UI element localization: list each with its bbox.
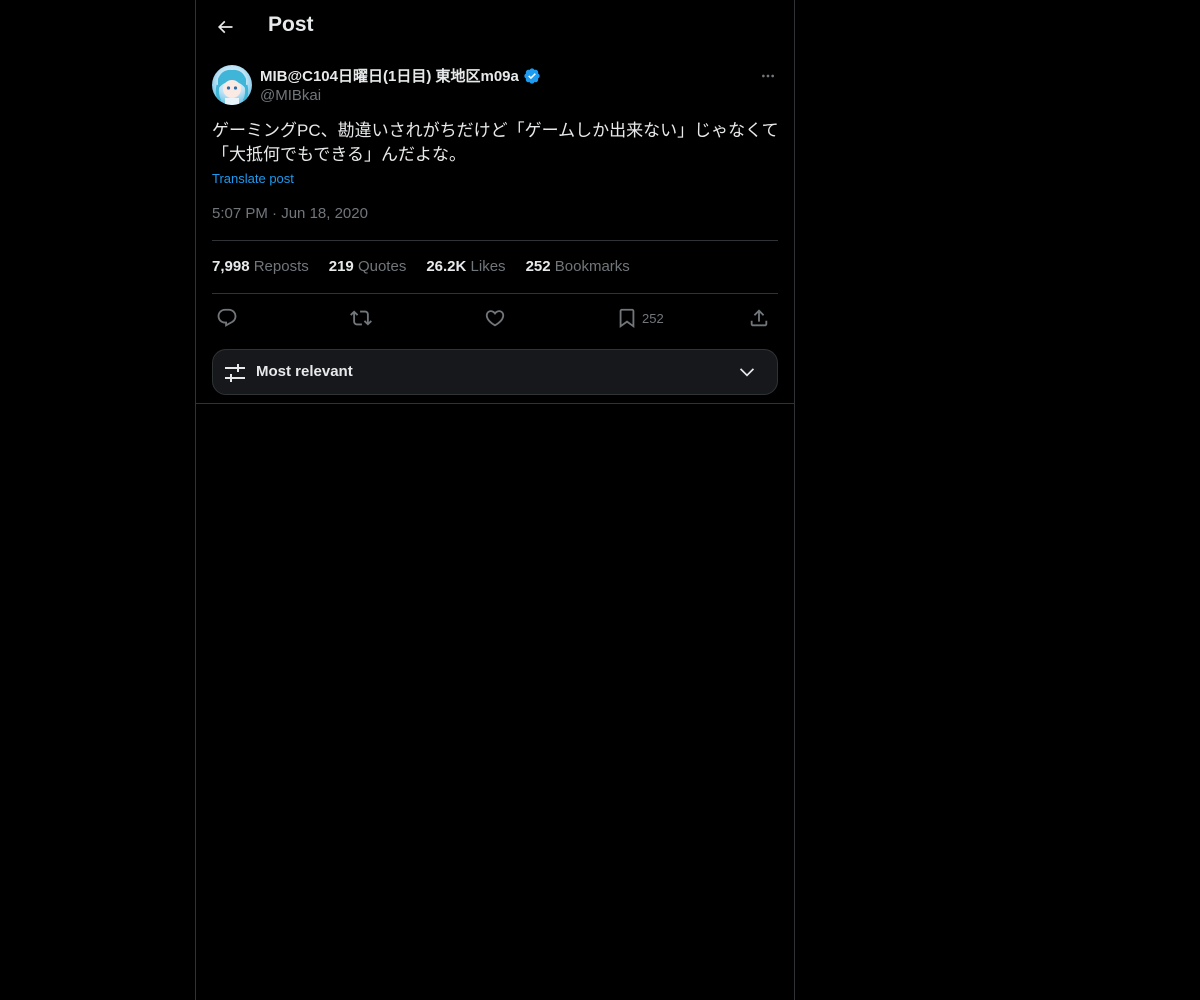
share-button[interactable]: [748, 302, 770, 334]
avatar-image: [212, 65, 252, 105]
timestamp-separator: ·: [272, 205, 278, 222]
stat-label: Bookmarks: [554, 258, 630, 275]
bookmark-count: 252: [642, 310, 664, 326]
stat-likes[interactable]: 26.2K Likes: [426, 258, 505, 275]
author-handle[interactable]: @MIBkai: [260, 87, 321, 104]
stat-value: 219: [328, 258, 354, 275]
sliders-icon: [225, 364, 245, 382]
stat-value: 252: [525, 258, 551, 275]
post-stats: 7,998 Reposts 219 Quotes 26.2K Likes 252…: [212, 258, 630, 275]
translate-post-link[interactable]: Translate post: [212, 171, 294, 186]
stat-reposts[interactable]: 7,998 Reposts: [212, 258, 309, 275]
page-header: Post: [196, 0, 794, 53]
post-time-link[interactable]: 5:07 PM · Jun 18, 2020: [212, 205, 368, 222]
like-button[interactable]: [484, 302, 506, 334]
divider: [212, 293, 778, 294]
post-column: Post MIB@C104日曜日(1日目) 東地区m09a @MIBkai ゲー…: [195, 0, 795, 1000]
stat-quotes[interactable]: 219 Quotes: [329, 258, 407, 275]
bookmark-icon: [619, 308, 635, 329]
post-actions: 252: [212, 302, 778, 334]
repost-button[interactable]: [350, 302, 372, 334]
author-display-name: MIB@C104日曜日(1日目) 東地区m09a: [260, 68, 519, 85]
post-timestamp: 5:07 PM · Jun 18, 2020: [212, 205, 368, 222]
bookmark-button[interactable]: 252: [616, 302, 664, 334]
repost-icon: [350, 310, 372, 326]
more-options-button[interactable]: [756, 64, 780, 88]
page-title: Post: [268, 13, 314, 36]
share-icon: [750, 309, 768, 327]
stat-label: Reposts: [253, 258, 309, 275]
stat-value: 26.2K: [426, 258, 467, 275]
heart-icon: [485, 310, 505, 327]
arrow-left-icon: [217, 20, 233, 34]
author-name[interactable]: MIB@C104日曜日(1日目) 東地区m09a: [260, 65, 541, 86]
post-time: 5:07 PM: [212, 205, 268, 222]
divider: [212, 240, 778, 241]
stat-bookmarks[interactable]: 252 Bookmarks: [526, 258, 630, 275]
more-horizontal-icon: [762, 74, 774, 78]
reply-button[interactable]: [216, 302, 238, 334]
back-button[interactable]: [208, 10, 242, 44]
stat-label: Quotes: [357, 258, 407, 275]
post-date: Jun 18, 2020: [281, 205, 368, 222]
reply-sort-dropdown[interactable]: Most relevant: [212, 349, 778, 395]
post-text: ゲーミングPC、勘違いされがちだけど「ゲームしか出来ない」じゃなくて「大抵何でも…: [212, 121, 779, 164]
chevron-down-icon: [739, 368, 755, 377]
sort-label: Most relevant: [256, 363, 353, 380]
section-divider: [196, 403, 794, 404]
stat-value: 7,998: [212, 258, 250, 275]
reply-icon: [217, 308, 237, 327]
verified-badge-icon: [524, 67, 540, 84]
avatar[interactable]: [212, 65, 252, 105]
stat-label: Likes: [470, 258, 506, 275]
